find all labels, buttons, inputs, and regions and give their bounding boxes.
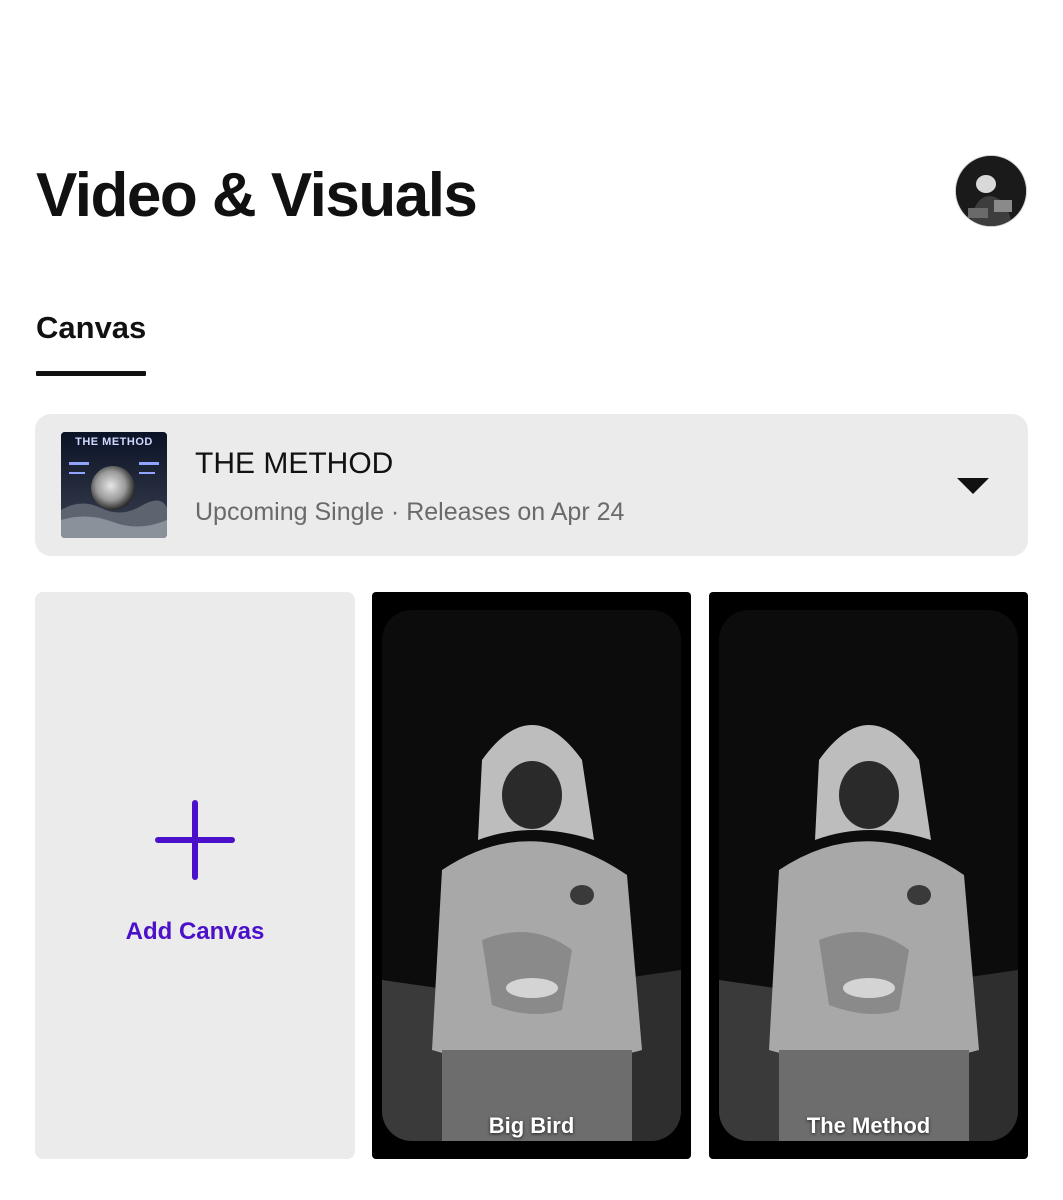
release-cover-art: THE METHOD [61, 432, 167, 538]
avatar[interactable] [956, 156, 1026, 226]
canvas-thumbnail-image [719, 610, 1018, 1141]
avatar-image [956, 156, 1026, 226]
tab-bar: Canvas [36, 306, 147, 376]
video-visuals-page: Video & Visuals Canvas THE METHOD THE ME… [0, 0, 1063, 1200]
canvas-card-big-bird[interactable]: Big Bird [372, 592, 691, 1159]
chevron-down-icon[interactable] [957, 478, 989, 494]
plus-icon [155, 800, 235, 880]
cover-art-title: THE METHOD [75, 436, 153, 448]
canvas-thumbnail-image [382, 610, 681, 1141]
canvas-card-the-method[interactable]: The Method [709, 592, 1028, 1159]
release-meta: Upcoming Single · Releases on Apr 24 [195, 498, 625, 526]
release-name: THE METHOD [195, 447, 394, 480]
add-canvas-label: Add Canvas [125, 918, 265, 945]
page-title: Video & Visuals [36, 161, 478, 230]
add-canvas-button[interactable]: Add Canvas [35, 592, 355, 1159]
tab-canvas[interactable]: Canvas [36, 306, 147, 376]
canvas-label: Big Bird [488, 1113, 575, 1138]
canvas-thumbnail [382, 610, 681, 1141]
canvas-thumbnail [719, 610, 1018, 1141]
release-selector[interactable]: THE METHOD THE METHOD Upcoming Single · … [35, 414, 1028, 556]
canvas-label: The Method [806, 1113, 931, 1138]
